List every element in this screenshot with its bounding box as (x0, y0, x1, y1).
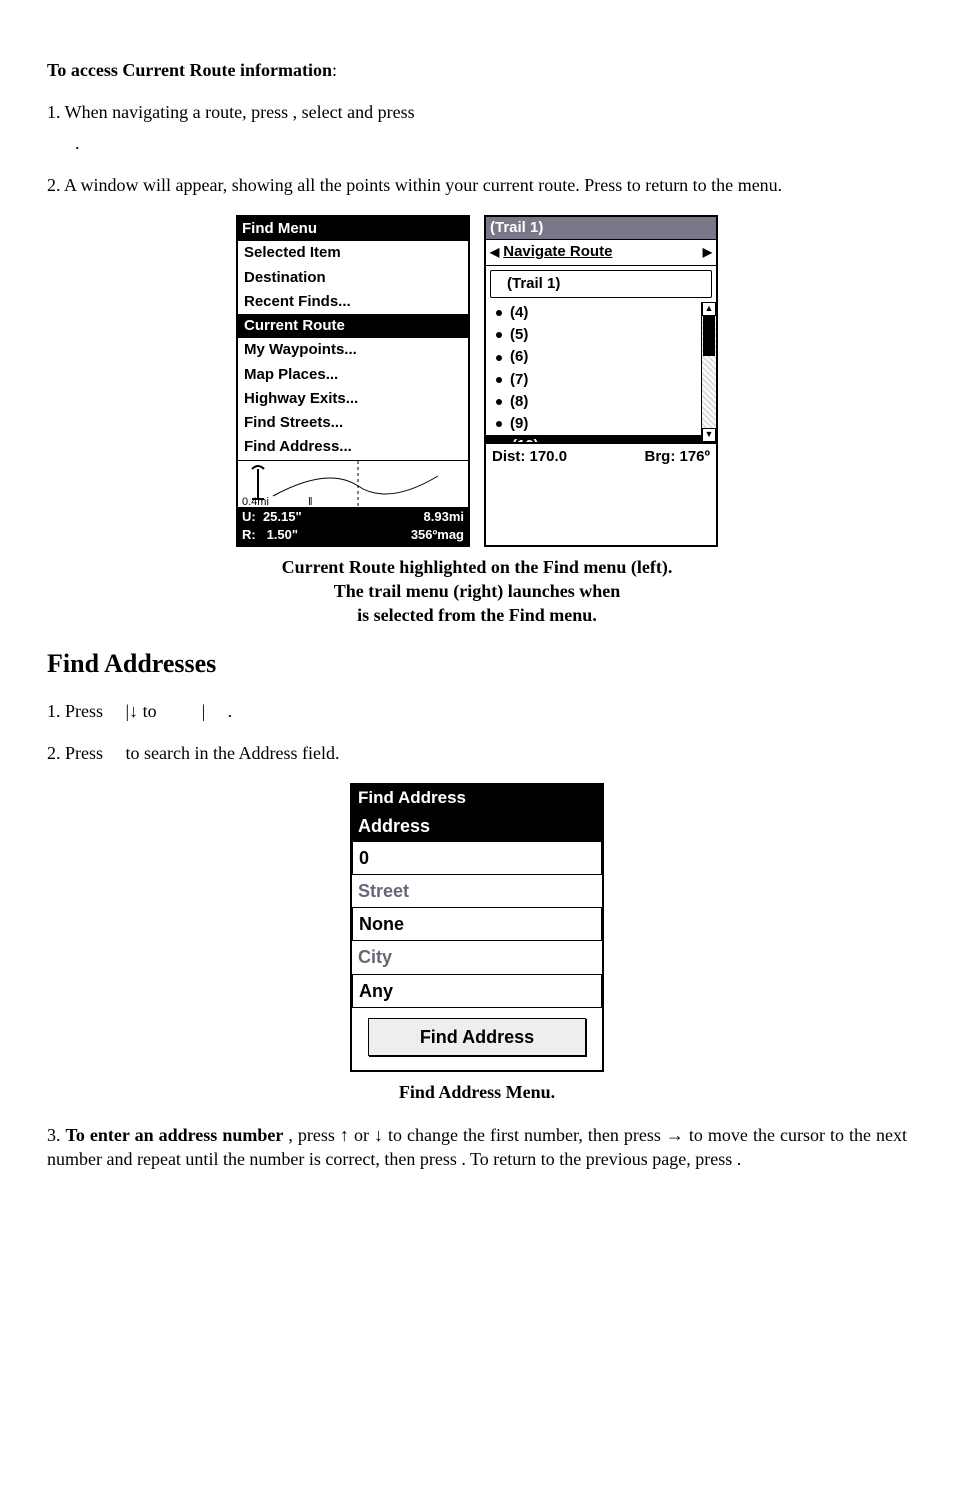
fa-find-button[interactable]: Find Address (368, 1018, 586, 1056)
find-menu-footer: U: 25.15" 8.93mi (238, 507, 468, 527)
find-menu-title: Find Menu (238, 217, 468, 241)
step-1b: . (75, 131, 907, 155)
figure-caption-2: Find Address Menu. (47, 1080, 907, 1104)
find-menu-panel: Find Menu Selected Item Destination Rece… (236, 215, 470, 547)
svg-text:‖: ‖ (308, 496, 313, 507)
brg-label: Brg: 176º (644, 447, 710, 467)
fa-address-field[interactable]: 0 (352, 841, 602, 875)
fa-address-label: Address (352, 812, 602, 840)
screenshots-row: Find Menu Selected Item Destination Rece… (47, 215, 907, 547)
nav-right-icon[interactable]: ▶ (703, 244, 712, 260)
fa-title: Find Address (352, 785, 602, 812)
dist-label: Dist: 170.0 (492, 447, 567, 467)
trail-panel: (Trail 1) ◀ Navigate Route ▶ (Trail 1) (… (484, 215, 718, 547)
fa-city-label: City (352, 941, 602, 973)
scrollbar[interactable]: ▲ ▼ (701, 302, 716, 442)
menu-current-route[interactable]: Current Route (238, 314, 468, 338)
fa-step-1: 1. Press |↓ to | . (47, 699, 907, 723)
list-item[interactable]: (8) (486, 391, 716, 413)
find-address-panel: Find Address Address 0 Street None City … (350, 783, 604, 1072)
trail-sublabel: (Trail 1) (490, 270, 712, 298)
list-item[interactable]: (5) (486, 324, 716, 346)
menu-selected-item[interactable]: Selected Item (238, 241, 468, 265)
navigate-route-bar[interactable]: ◀ Navigate Route ▶ (486, 240, 716, 265)
waypoint-dot-icon (496, 355, 502, 361)
fa-street-field[interactable]: None (352, 907, 602, 941)
menu-destination[interactable]: Destination (238, 266, 468, 290)
nav-left-icon[interactable]: ◀ (490, 244, 499, 260)
menu-find-address[interactable]: Find Address... (238, 435, 468, 459)
map-scale-label: 0.4mi (242, 496, 269, 507)
scroll-up-icon[interactable]: ▲ (702, 302, 716, 316)
fa-city-field[interactable]: Any (352, 974, 602, 1008)
waypoint-dot-icon (496, 421, 502, 427)
menu-map-places[interactable]: Map Places... (238, 363, 468, 387)
trail-list: (4) (5) (6) (7) (8) (9) (10) ◁ (11) ▲ ▼ (486, 302, 716, 442)
navigate-route-label: Navigate Route (499, 242, 703, 262)
trail-title: (Trail 1) (486, 217, 716, 240)
fa-street-label: Street (352, 875, 602, 907)
menu-find-streets[interactable]: Find Streets... (238, 411, 468, 435)
menu-recent-finds[interactable]: Recent Finds... (238, 290, 468, 314)
list-item[interactable]: (6) (486, 346, 716, 368)
scroll-thumb[interactable] (703, 316, 715, 356)
list-item[interactable]: (7) (486, 369, 716, 391)
scroll-down-icon[interactable]: ▼ (702, 428, 716, 442)
find-addresses-heading: Find Addresses (47, 646, 907, 681)
trail-footer: Dist: 170.0 Brg: 176º (486, 442, 716, 470)
waypoint-dot-icon (496, 377, 502, 383)
section-heading: To access Current Route information: (47, 58, 907, 82)
figure-caption-1: Current Route highlighted on the Find me… (47, 555, 907, 628)
waypoint-dot-icon (496, 310, 502, 316)
waypoint-dot-icon (496, 332, 502, 338)
step-2: 2. A window will appear, showing all the… (47, 173, 907, 197)
fa-step-2: 2. Press to search in the Address field. (47, 741, 907, 765)
list-item[interactable]: (4) (486, 302, 716, 324)
mini-map: 0.4mi ‖ (238, 460, 468, 507)
step-3: 3. To enter an address number , press ↑ … (47, 1123, 907, 1172)
step-1: 1. When navigating a route, press , sele… (47, 100, 907, 124)
menu-highway-exits[interactable]: Highway Exits... (238, 387, 468, 411)
find-menu-footer2: R: 1.50" 356ºmag (238, 525, 468, 545)
menu-my-waypoints[interactable]: My Waypoints... (238, 338, 468, 362)
list-item[interactable]: (9) (486, 413, 716, 435)
waypoint-dot-icon (496, 399, 502, 405)
list-item-selected[interactable]: (10) ◁ (486, 435, 716, 442)
